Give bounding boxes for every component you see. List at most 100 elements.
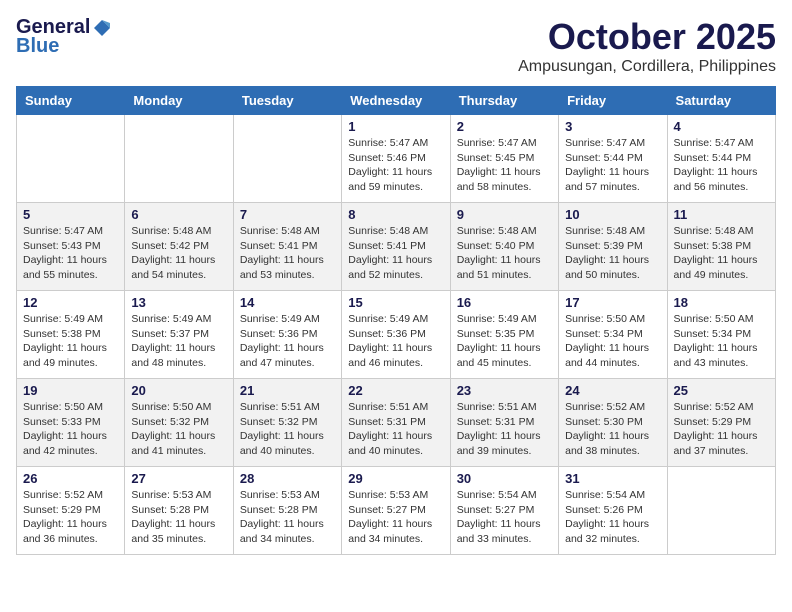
calendar-day-6: 6 Sunrise: 5:48 AM Sunset: 5:42 PM Daylig… [125, 203, 233, 291]
day-info: Sunrise: 5:51 AM Sunset: 5:31 PM Dayligh… [457, 400, 552, 459]
empty-day [233, 115, 341, 203]
day-number: 24 [565, 383, 660, 398]
day-number: 12 [23, 295, 118, 310]
day-number: 26 [23, 471, 118, 486]
calendar-day-26: 26 Sunrise: 5:52 AM Sunset: 5:29 PM Dayli… [17, 467, 125, 555]
day-number: 25 [674, 383, 769, 398]
calendar-day-13: 13 Sunrise: 5:49 AM Sunset: 5:37 PM Dayli… [125, 291, 233, 379]
calendar-header-row: SundayMondayTuesdayWednesdayThursdayFrid… [17, 87, 776, 115]
day-number: 5 [23, 207, 118, 222]
day-number: 7 [240, 207, 335, 222]
day-info: Sunrise: 5:47 AM Sunset: 5:45 PM Dayligh… [457, 136, 552, 195]
day-info: Sunrise: 5:48 AM Sunset: 5:39 PM Dayligh… [565, 224, 660, 283]
logo-icon [92, 18, 112, 38]
day-info: Sunrise: 5:50 AM Sunset: 5:34 PM Dayligh… [565, 312, 660, 371]
day-number: 29 [348, 471, 443, 486]
day-number: 16 [457, 295, 552, 310]
day-number: 13 [131, 295, 226, 310]
day-info: Sunrise: 5:53 AM Sunset: 5:27 PM Dayligh… [348, 488, 443, 547]
day-number: 4 [674, 119, 769, 134]
empty-day [667, 467, 775, 555]
calendar-day-17: 17 Sunrise: 5:50 AM Sunset: 5:34 PM Dayli… [559, 291, 667, 379]
day-number: 15 [348, 295, 443, 310]
calendar-day-25: 25Sunrise: 5:52 AM Sunset: 5:29 PM Dayli… [667, 379, 775, 467]
day-info: Sunrise: 5:49 AM Sunset: 5:36 PM Dayligh… [240, 312, 335, 371]
day-info: Sunrise: 5:48 AM Sunset: 5:40 PM Dayligh… [457, 224, 552, 283]
calendar-day-14: 14 Sunrise: 5:49 AM Sunset: 5:36 PM Dayli… [233, 291, 341, 379]
weekday-header-tuesday: Tuesday [233, 87, 341, 115]
day-number: 11 [674, 207, 769, 222]
day-info: Sunrise: 5:48 AM Sunset: 5:42 PM Dayligh… [131, 224, 226, 283]
day-info: Sunrise: 5:47 AM Sunset: 5:44 PM Dayligh… [565, 136, 660, 195]
location-title: Ampusungan, Cordillera, Philippines [518, 58, 776, 76]
day-info: Sunrise: 5:51 AM Sunset: 5:31 PM Dayligh… [348, 400, 443, 459]
calendar-day-15: 15 Sunrise: 5:49 AM Sunset: 5:36 PM Dayli… [342, 291, 450, 379]
day-number: 19 [23, 383, 118, 398]
calendar-week-row: 26 Sunrise: 5:52 AM Sunset: 5:29 PM Dayli… [17, 467, 776, 555]
day-info: Sunrise: 5:49 AM Sunset: 5:37 PM Dayligh… [131, 312, 226, 371]
empty-day [125, 115, 233, 203]
day-info: Sunrise: 5:51 AM Sunset: 5:32 PM Dayligh… [240, 400, 335, 459]
day-info: Sunrise: 5:50 AM Sunset: 5:32 PM Dayligh… [131, 400, 226, 459]
calendar-week-row: 12Sunrise: 5:49 AM Sunset: 5:38 PM Dayli… [17, 291, 776, 379]
day-number: 2 [457, 119, 552, 134]
day-info: Sunrise: 5:49 AM Sunset: 5:36 PM Dayligh… [348, 312, 443, 371]
calendar-week-row: 1Sunrise: 5:47 AM Sunset: 5:46 PM Daylig… [17, 115, 776, 203]
calendar-day-7: 7 Sunrise: 5:48 AM Sunset: 5:41 PM Daylig… [233, 203, 341, 291]
calendar-day-21: 21 Sunrise: 5:51 AM Sunset: 5:32 PM Dayli… [233, 379, 341, 467]
day-number: 17 [565, 295, 660, 310]
calendar-day-19: 19 Sunrise: 5:50 AM Sunset: 5:33 PM Dayli… [17, 379, 125, 467]
day-info: Sunrise: 5:47 AM Sunset: 5:43 PM Dayligh… [23, 224, 118, 283]
calendar-day-27: 27Sunrise: 5:53 AM Sunset: 5:28 PM Dayli… [125, 467, 233, 555]
day-number: 23 [457, 383, 552, 398]
day-number: 31 [565, 471, 660, 486]
calendar-day-28: 28 Sunrise: 5:53 AM Sunset: 5:28 PM Dayli… [233, 467, 341, 555]
day-info: Sunrise: 5:48 AM Sunset: 5:38 PM Dayligh… [674, 224, 769, 283]
calendar-day-1: 1Sunrise: 5:47 AM Sunset: 5:46 PM Daylig… [342, 115, 450, 203]
day-info: Sunrise: 5:54 AM Sunset: 5:26 PM Dayligh… [565, 488, 660, 547]
day-info: Sunrise: 5:53 AM Sunset: 5:28 PM Dayligh… [240, 488, 335, 547]
day-info: Sunrise: 5:52 AM Sunset: 5:30 PM Dayligh… [565, 400, 660, 459]
weekday-header-saturday: Saturday [667, 87, 775, 115]
day-number: 10 [565, 207, 660, 222]
calendar-day-23: 23 Sunrise: 5:51 AM Sunset: 5:31 PM Dayli… [450, 379, 558, 467]
day-info: Sunrise: 5:50 AM Sunset: 5:34 PM Dayligh… [674, 312, 769, 371]
calendar-day-2: 2 Sunrise: 5:47 AM Sunset: 5:45 PM Daylig… [450, 115, 558, 203]
day-info: Sunrise: 5:50 AM Sunset: 5:33 PM Dayligh… [23, 400, 118, 459]
day-info: Sunrise: 5:53 AM Sunset: 5:28 PM Dayligh… [131, 488, 226, 547]
day-number: 8 [348, 207, 443, 222]
calendar-day-12: 12Sunrise: 5:49 AM Sunset: 5:38 PM Dayli… [17, 291, 125, 379]
calendar-day-30: 30Sunrise: 5:54 AM Sunset: 5:27 PM Dayli… [450, 467, 558, 555]
day-number: 9 [457, 207, 552, 222]
calendar-day-3: 3Sunrise: 5:47 AM Sunset: 5:44 PM Daylig… [559, 115, 667, 203]
weekday-header-wednesday: Wednesday [342, 87, 450, 115]
calendar-day-31: 31 Sunrise: 5:54 AM Sunset: 5:26 PM Dayli… [559, 467, 667, 555]
day-number: 21 [240, 383, 335, 398]
day-number: 28 [240, 471, 335, 486]
calendar-day-20: 20 Sunrise: 5:50 AM Sunset: 5:32 PM Dayli… [125, 379, 233, 467]
calendar-day-9: 9 Sunrise: 5:48 AM Sunset: 5:40 PM Daylig… [450, 203, 558, 291]
calendar-day-18: 18 Sunrise: 5:50 AM Sunset: 5:34 PM Dayli… [667, 291, 775, 379]
day-number: 1 [348, 119, 443, 134]
day-number: 6 [131, 207, 226, 222]
day-info: Sunrise: 5:48 AM Sunset: 5:41 PM Dayligh… [240, 224, 335, 283]
title-block: October 2025 Ampusungan, Cordillera, Phi… [518, 16, 776, 76]
weekday-header-thursday: Thursday [450, 87, 558, 115]
day-info: Sunrise: 5:54 AM Sunset: 5:27 PM Dayligh… [457, 488, 552, 547]
calendar-day-24: 24 Sunrise: 5:52 AM Sunset: 5:30 PM Dayli… [559, 379, 667, 467]
calendar-day-4: 4Sunrise: 5:47 AM Sunset: 5:44 PM Daylig… [667, 115, 775, 203]
day-number: 14 [240, 295, 335, 310]
calendar-day-16: 16 Sunrise: 5:49 AM Sunset: 5:35 PM Dayli… [450, 291, 558, 379]
day-number: 20 [131, 383, 226, 398]
empty-day [17, 115, 125, 203]
weekday-header-monday: Monday [125, 87, 233, 115]
logo-blue: Blue [16, 35, 59, 58]
day-number: 18 [674, 295, 769, 310]
day-info: Sunrise: 5:49 AM Sunset: 5:35 PM Dayligh… [457, 312, 552, 371]
day-info: Sunrise: 5:48 AM Sunset: 5:41 PM Dayligh… [348, 224, 443, 283]
day-info: Sunrise: 5:52 AM Sunset: 5:29 PM Dayligh… [23, 488, 118, 547]
logo: General Blue [16, 16, 112, 58]
calendar-day-29: 29 Sunrise: 5:53 AM Sunset: 5:27 PM Dayli… [342, 467, 450, 555]
calendar-week-row: 19 Sunrise: 5:50 AM Sunset: 5:33 PM Dayli… [17, 379, 776, 467]
calendar-day-22: 22Sunrise: 5:51 AM Sunset: 5:31 PM Dayli… [342, 379, 450, 467]
